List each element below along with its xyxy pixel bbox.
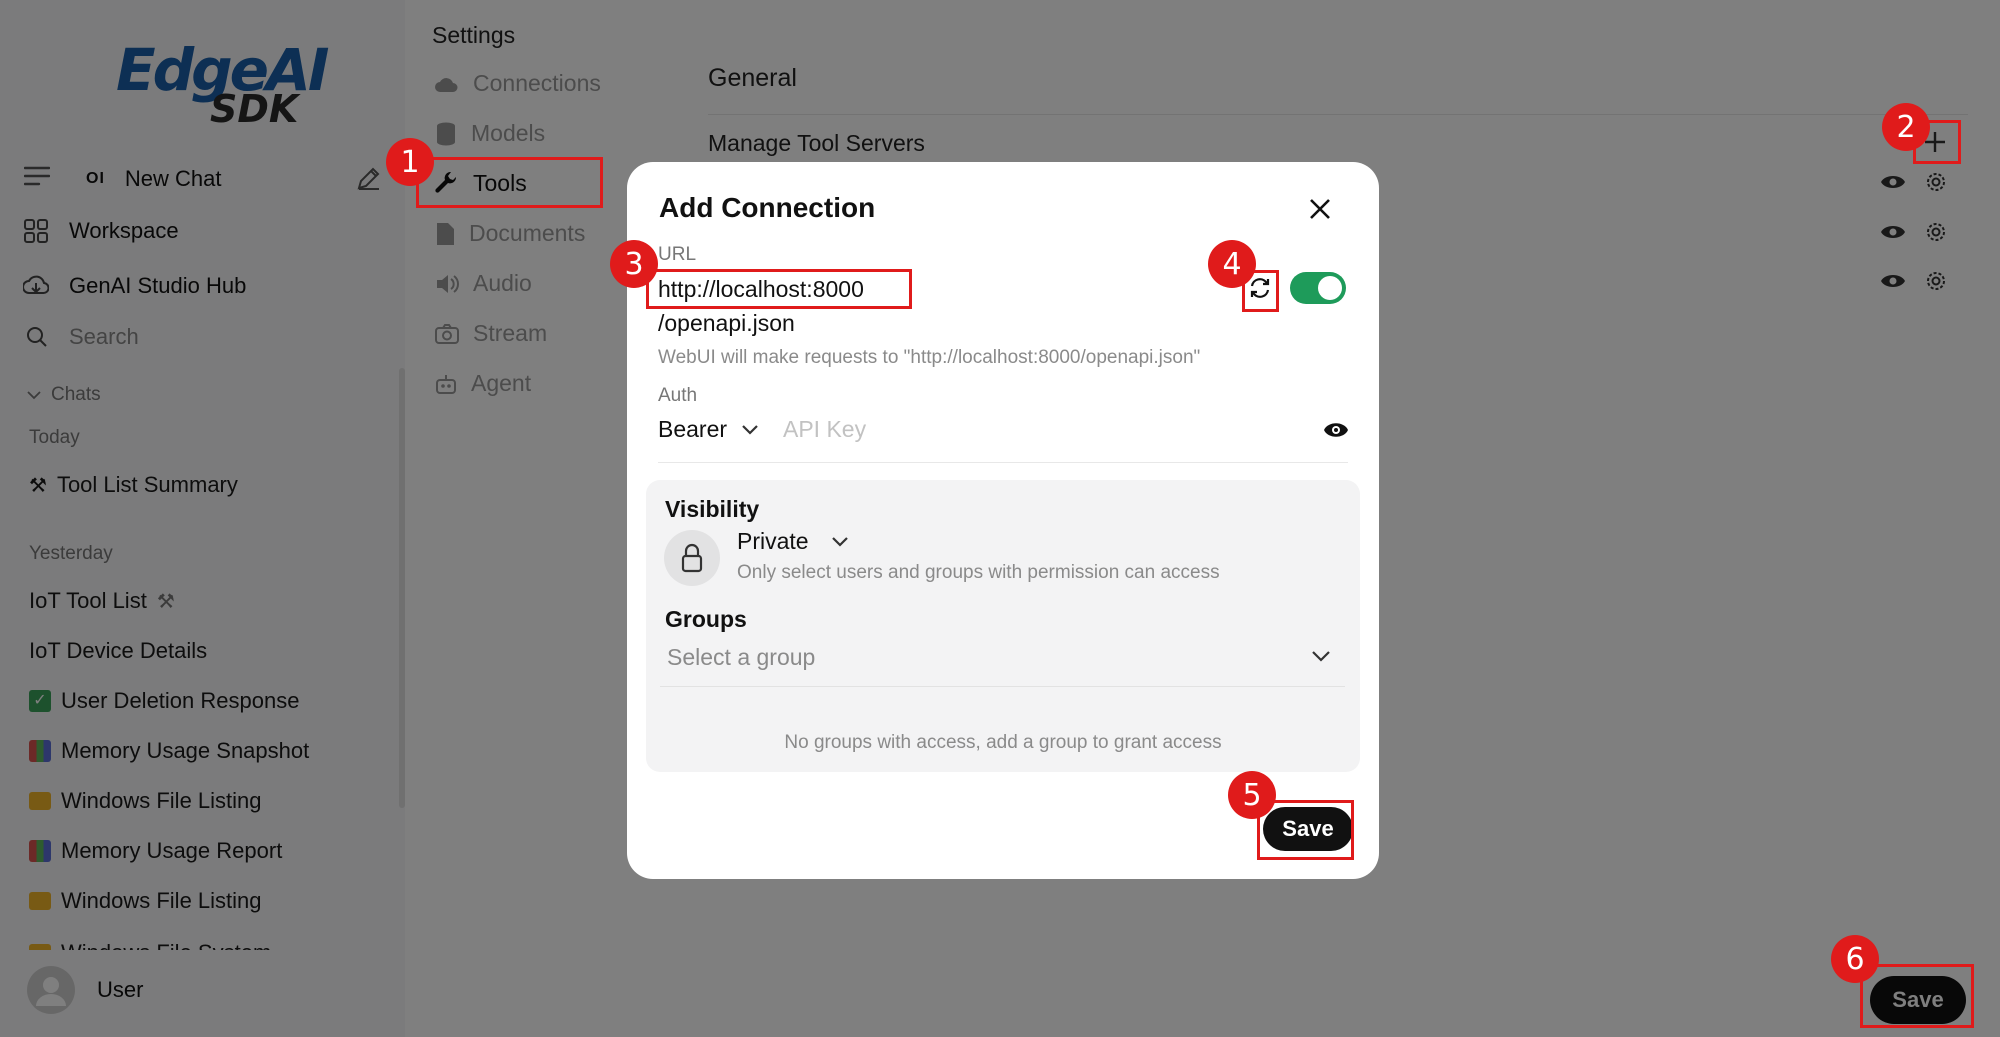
openapi-path-input[interactable]: /openapi.json xyxy=(658,310,795,337)
url-hint: WebUI will make requests to "http://loca… xyxy=(658,347,1201,368)
auth-type-value: Bearer xyxy=(658,416,728,442)
auth-divider xyxy=(658,462,1348,463)
visibility-value: Private xyxy=(737,528,809,554)
connection-enabled-toggle[interactable] xyxy=(1290,272,1346,304)
chevron-down-icon xyxy=(742,424,758,435)
api-key-input[interactable]: API Key xyxy=(783,416,866,443)
groups-title: Groups xyxy=(665,606,747,632)
visibility-description: Only select users and groups with permis… xyxy=(737,562,1220,583)
url-label: URL xyxy=(658,244,697,265)
annotation-badge: 6 xyxy=(1831,935,1879,983)
annotation-badge: 2 xyxy=(1882,103,1930,151)
modal-title: Add Connection xyxy=(659,192,876,223)
auth-label: Auth xyxy=(658,385,698,406)
eye-icon[interactable] xyxy=(1323,420,1349,440)
annotation-box xyxy=(1257,800,1354,860)
annotation-badge: 3 xyxy=(610,240,658,288)
annotation-box xyxy=(1860,964,1974,1028)
group-divider xyxy=(660,686,1345,687)
no-groups-message: No groups with access, add a group to gr… xyxy=(784,732,1222,753)
chevron-down-icon xyxy=(831,536,848,547)
annotation-box xyxy=(646,269,912,309)
visibility-select[interactable]: Private xyxy=(737,528,849,555)
visibility-title: Visibility xyxy=(665,496,760,522)
annotation-badge: 1 xyxy=(386,138,434,186)
auth-type-select[interactable]: Bearer xyxy=(658,416,759,443)
group-select[interactable]: Select a group xyxy=(667,644,815,671)
close-icon[interactable] xyxy=(1307,196,1333,222)
visibility-card: Visibility Private Only select users and… xyxy=(646,480,1360,772)
lock-badge xyxy=(664,530,720,586)
annotation-badge: 4 xyxy=(1208,240,1256,288)
chevron-down-icon[interactable] xyxy=(1311,650,1331,664)
annotation-badge: 5 xyxy=(1228,771,1276,819)
annotation-box xyxy=(416,157,603,208)
lock-icon xyxy=(681,543,703,573)
